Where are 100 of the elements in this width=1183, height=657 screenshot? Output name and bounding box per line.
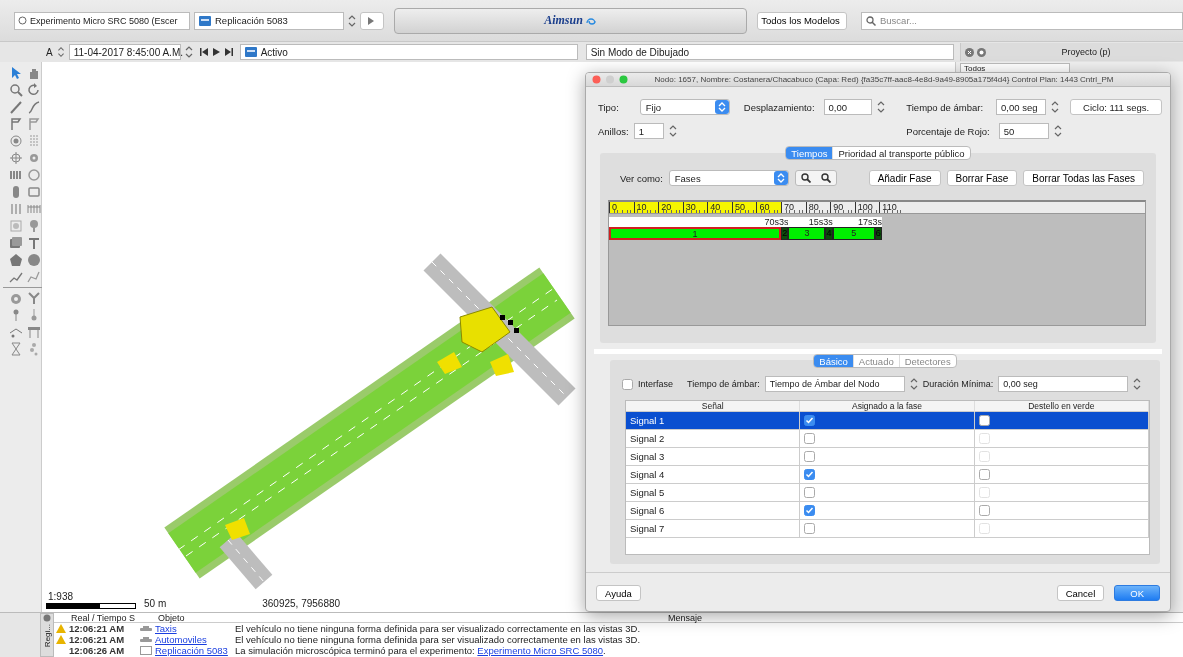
- phase-bar[interactable]: 3: [788, 227, 826, 240]
- car-icon: [140, 636, 152, 643]
- pen-icon[interactable]: [9, 100, 23, 114]
- crosshair-icon[interactable]: [9, 151, 23, 165]
- phase-bar[interactable]: 5: [832, 227, 875, 240]
- tab[interactable]: Detectores: [898, 355, 956, 367]
- curve-icon[interactable]: [27, 100, 41, 114]
- close-icon[interactable]: [965, 47, 974, 57]
- checkbox[interactable]: [622, 378, 633, 390]
- stepper-icon[interactable]: [668, 124, 677, 138]
- sphere-icon[interactable]: [27, 253, 41, 267]
- table-row[interactable]: Signal 3: [626, 448, 1149, 466]
- path-icon[interactable]: [27, 270, 41, 284]
- rings-field[interactable]: 1: [633, 123, 664, 139]
- checkbox[interactable]: [804, 505, 816, 516]
- table-row[interactable]: Signal 2: [626, 430, 1149, 448]
- table-row[interactable]: Signal 1: [626, 412, 1149, 430]
- object-link[interactable]: Taxis: [155, 623, 177, 634]
- table-cell: Signal 7: [626, 520, 801, 537]
- flag-icon[interactable]: [27, 117, 41, 131]
- rotate-icon[interactable]: [27, 83, 41, 97]
- log-message: El vehículo no tiene ninguna forma definida para ser visualizado correctamente en las vistas 3D.: [235, 623, 641, 634]
- experiment-name: Experimento Micro SRC 5080 (Escer: [30, 15, 178, 26]
- offset-field[interactable]: 0,00: [823, 99, 872, 115]
- type-select[interactable]: Fijo: [639, 99, 730, 115]
- checkbox[interactable]: [804, 469, 816, 480]
- checkbox[interactable]: [804, 487, 816, 498]
- checkbox[interactable]: [804, 415, 816, 426]
- checkbox-label: Interfase: [638, 379, 674, 389]
- experiment-select[interactable]: Experimento Micro SRC 5080 (Escer: [14, 11, 190, 30]
- stepper-icon[interactable]: [1053, 124, 1062, 138]
- models-dropdown[interactable]: Todos los Modelos: [757, 11, 847, 30]
- tab[interactable]: Prioridad al transporte público: [832, 147, 970, 159]
- stepper-icon[interactable]: [1051, 100, 1060, 114]
- lines-icon[interactable]: [9, 202, 23, 216]
- replication-select[interactable]: Replicación 5083: [194, 11, 344, 30]
- stepper-icon[interactable]: [56, 46, 65, 58]
- checkbox[interactable]: [804, 523, 816, 534]
- phase-amber-field[interactable]: Tiempo de Ámbar del Nodo: [764, 376, 905, 392]
- layers-icon[interactable]: [9, 236, 23, 250]
- phase-action-button[interactable]: Borrar Fase: [946, 170, 1018, 186]
- object-link[interactable]: Replicación 5083: [155, 645, 228, 656]
- pointer-icon[interactable]: [9, 66, 23, 80]
- target-icon[interactable]: [9, 134, 23, 148]
- path-icon[interactable]: [9, 270, 23, 284]
- skip-forward-icon[interactable]: [224, 48, 233, 56]
- replication-state-field[interactable]: Activo: [239, 44, 578, 60]
- table-row[interactable]: Signal 5: [626, 484, 1149, 502]
- view-select[interactable]: Fases: [668, 170, 789, 186]
- column-header: Real / Tiempo S: [70, 613, 137, 622]
- draw-mode-select[interactable]: Sin Modo de Dibujado: [585, 44, 954, 60]
- radio-icon: [18, 16, 27, 25]
- field-label: Desplazamiento:: [743, 101, 815, 113]
- circle-icon[interactable]: [43, 614, 51, 622]
- text-tool-icon[interactable]: [27, 236, 41, 250]
- checkbox[interactable]: [804, 451, 816, 462]
- select-arrows-icon[interactable]: [773, 171, 788, 185]
- cycle-button[interactable]: Ciclo: 111 segs.: [1070, 99, 1163, 115]
- stepper-icon[interactable]: [876, 100, 885, 114]
- grid-icon[interactable]: [27, 202, 41, 216]
- table-cell: Signal 5: [626, 484, 801, 501]
- play-button[interactable]: [360, 11, 384, 30]
- stepper-icon[interactable]: [184, 45, 193, 59]
- object-link[interactable]: Automoviles: [155, 634, 207, 645]
- checkbox[interactable]: [978, 415, 990, 426]
- table-row[interactable]: Signal 4: [626, 466, 1149, 484]
- select-arrows-icon[interactable]: [714, 100, 729, 114]
- table-row[interactable]: Signal 7: [626, 520, 1149, 538]
- cancel-button[interactable]: Cancel: [1056, 585, 1105, 601]
- stepper-icon[interactable]: [909, 377, 918, 391]
- zoom-icon[interactable]: [9, 83, 23, 97]
- junction-icon[interactable]: [27, 291, 41, 305]
- percentage-field[interactable]: 50: [998, 123, 1049, 139]
- phase-action-button[interactable]: Añadir Fase: [868, 170, 941, 186]
- tree-icon[interactable]: [27, 219, 41, 233]
- min-duration-field[interactable]: 0,00 seg: [998, 376, 1129, 392]
- help-button[interactable]: Ayuda: [596, 585, 641, 601]
- search-field[interactable]: Buscar...: [861, 11, 1183, 30]
- stepper-icon[interactable]: [1133, 377, 1142, 391]
- flag-icon[interactable]: [9, 117, 23, 131]
- checkbox[interactable]: [804, 433, 816, 444]
- hourglass-icon[interactable]: [9, 342, 23, 356]
- ruler-tick: 100: [854, 202, 880, 213]
- checkbox[interactable]: [978, 505, 990, 516]
- play-icon[interactable]: [212, 48, 220, 56]
- table-row[interactable]: Signal 6: [626, 502, 1149, 520]
- field-label: Tiempo de ámbar:: [687, 379, 760, 389]
- tab[interactable]: Actuado: [852, 355, 899, 367]
- time-field[interactable]: 11-04-2017 8:45:00 A.M.: [68, 44, 181, 60]
- gantry-icon[interactable]: [27, 325, 41, 339]
- amber-time-field[interactable]: 0,00 seg: [996, 99, 1047, 115]
- phase-bar[interactable]: 1: [609, 227, 782, 240]
- phase-action-button[interactable]: Borrar Todas las Fases: [1023, 170, 1144, 186]
- checkbox[interactable]: [978, 469, 990, 480]
- filter-field[interactable]: Todos: [960, 63, 1070, 72]
- float-icon[interactable]: [977, 47, 986, 57]
- pentagon-icon[interactable]: [9, 253, 23, 267]
- bars-icon[interactable]: [9, 168, 23, 182]
- square-icon[interactable]: [9, 219, 23, 233]
- skip-back-icon[interactable]: [199, 48, 208, 56]
